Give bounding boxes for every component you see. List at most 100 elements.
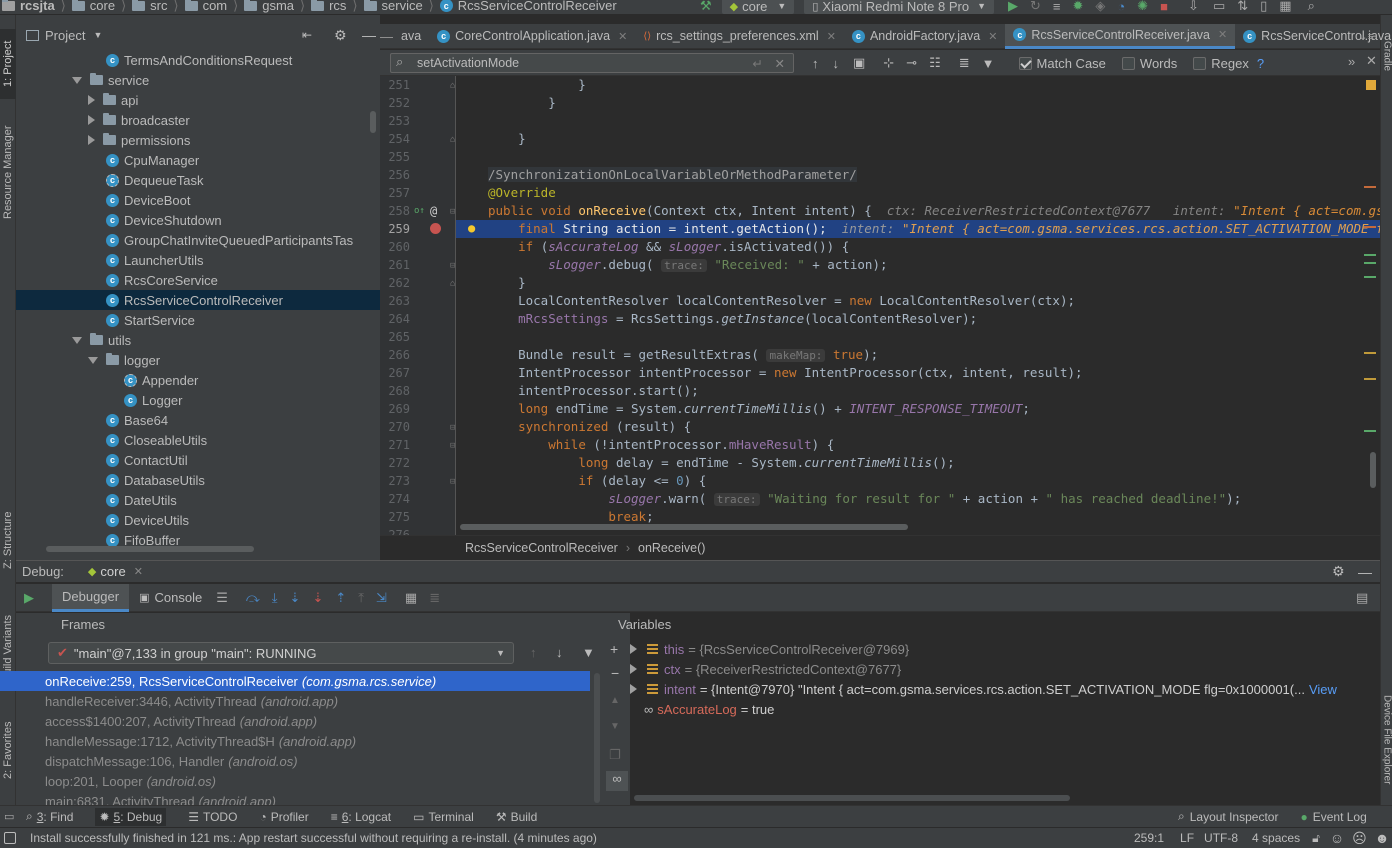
close-icon[interactable]: ✕ (134, 565, 143, 578)
fold-marker[interactable]: ⊟ (450, 423, 455, 433)
regex-help-link[interactable]: ? (1257, 56, 1264, 71)
breadcrumb-item[interactable]: src (132, 0, 168, 13)
tree-item[interactable]: c Appender (16, 370, 380, 390)
line-number[interactable]: 252 (380, 94, 410, 112)
breadcrumb-item[interactable]: rcs (311, 0, 346, 13)
tree-item[interactable]: c ContactUtil (16, 450, 380, 470)
tree-item[interactable]: c DeviceUtils (16, 510, 380, 530)
filter-icon[interactable]: ≣ (959, 55, 970, 71)
breadcrumb-class[interactable]: RcsServiceControlReceiver (465, 541, 618, 555)
select-all-occurrences-icon[interactable]: ☷ (929, 55, 941, 71)
tree-item[interactable]: c GroupChatInviteQueuedParticipantsTas (16, 230, 380, 250)
tree-item[interactable]: broadcaster (16, 110, 380, 130)
gear-icon[interactable]: ⚙ (334, 27, 347, 44)
collapse-all-icon[interactable]: ⇤ (302, 28, 312, 42)
smile-icon[interactable]: ☺ (1330, 830, 1344, 846)
tree-item[interactable]: c Logger (16, 390, 380, 410)
run-icon[interactable]: ▶ (1008, 0, 1018, 14)
debug-icon[interactable]: ✹ (1073, 0, 1084, 14)
breadcrumb-item[interactable]: gsma (244, 0, 294, 13)
fold-marker[interactable]: ⊟ (450, 207, 455, 217)
editor-tab[interactable]: c AndroidFactory.java ✕ (844, 24, 1005, 49)
expand-arrow-icon[interactable] (88, 356, 98, 364)
tabs-menu-icon[interactable]: ⌄≡ (1358, 30, 1374, 43)
tab-device-file-explorer[interactable]: Device File Explorer (1381, 675, 1392, 805)
fold-marker[interactable]: ⌂ (450, 279, 455, 289)
editor-tab[interactable]: ava (393, 24, 429, 49)
fold-marker[interactable]: ⌂ (450, 135, 455, 145)
line-number[interactable]: 251 (380, 76, 410, 94)
line-number[interactable]: 255 (380, 148, 410, 166)
fold-marker[interactable]: ⌂ (450, 81, 455, 91)
attach-debugger-icon[interactable]: ✺ (1137, 0, 1148, 14)
file-encoding[interactable]: UTF-8 (1204, 831, 1238, 845)
rerun-icon[interactable]: ↻ (1030, 0, 1041, 14)
line-number[interactable]: 253 (380, 112, 410, 130)
tool-tab[interactable]: ◔ Profiler (259, 810, 308, 824)
indent-setting[interactable]: 4 spaces (1252, 831, 1300, 845)
tree-item[interactable]: c RcsCoreService (16, 270, 380, 290)
hammer-icon[interactable]: ⚒ (700, 0, 712, 14)
breadcrumb-item[interactable]: com (184, 0, 227, 13)
lightbulb-icon[interactable]: ● (468, 221, 475, 235)
device-manager-icon[interactable]: ▯ (1260, 0, 1267, 14)
run-config-select[interactable]: ◆ core ▼ (721, 0, 795, 14)
editor-tab[interactable]: c CoreControlApplication.java ✕ (429, 24, 635, 49)
remove-watch-icon[interactable]: − (611, 665, 619, 681)
line-number[interactable]: 273 (380, 472, 410, 490)
resume-icon[interactable]: ▶ (24, 590, 48, 606)
expand-arrow-icon[interactable] (630, 644, 637, 654)
code-editor[interactable]: 251 252 253 254 255 256 257 258 259 260 261 262 263 2… (380, 76, 1380, 535)
frames-scrollbar[interactable] (594, 673, 600, 803)
editor-tab[interactable]: c RcsServiceControlReceiver.java ✕ (1005, 23, 1236, 49)
tab-structure[interactable]: Z: Structure (0, 505, 16, 575)
variables-hscrollbar[interactable] (634, 795, 1070, 801)
editor-hscrollbar-thumb[interactable] (460, 524, 908, 530)
breadcrumb-item[interactable]: core (71, 0, 115, 13)
layout-inspector-button[interactable]: ⌕ Layout Inspector (1178, 809, 1278, 824)
previous-frame-icon[interactable]: ↑ (530, 645, 537, 660)
tool-tab[interactable]: ≡ 6: Logcat (331, 810, 391, 824)
tree-item[interactable]: c CpuManager (16, 150, 380, 170)
line-number[interactable]: 262 (380, 274, 410, 292)
tree-item[interactable]: permissions (16, 130, 380, 150)
line-number[interactable]: 254 (380, 130, 410, 148)
menu-icon[interactable]: ☰ (216, 590, 228, 606)
sad-icon[interactable]: ☹ (1352, 830, 1367, 847)
breakpoint-icon[interactable] (430, 223, 441, 234)
tree-item[interactable]: c TermsAndConditionsRequest (16, 50, 380, 70)
watches-icon[interactable]: ∞ (606, 771, 628, 791)
line-number[interactable]: 257 (380, 184, 410, 202)
collapse-arrow-icon[interactable] (88, 95, 95, 105)
line-number[interactable]: 268 (380, 382, 410, 400)
close-tab-icon[interactable]: ✕ (618, 30, 627, 43)
stack-frame[interactable]: loop:201, Looper (android.os) (0, 771, 590, 791)
stack-frame[interactable]: onReceive:259, RcsServiceControlReceiver… (0, 671, 590, 691)
variable-row[interactable]: this = {RcsServiceControlReceiver@7969} (630, 639, 1380, 659)
tree-item[interactable]: c StartService (16, 310, 380, 330)
collapse-arrow-icon[interactable] (88, 135, 95, 145)
evaluate-expression-icon[interactable]: ▦ (405, 590, 417, 606)
hide-icon[interactable]: — (1358, 564, 1372, 580)
collapse-arrow-icon[interactable] (88, 115, 95, 125)
run-to-cursor-icon[interactable]: ⇲ (376, 590, 387, 606)
tool-tab[interactable]: ☰ TODO (188, 810, 237, 824)
line-number[interactable]: 256 (380, 166, 410, 184)
line-number[interactable]: 258 (380, 202, 410, 220)
view-link[interactable]: View (1309, 682, 1337, 697)
search-input[interactable]: setActivationMode ↵ ✕ (390, 53, 794, 73)
breadcrumb-method[interactable]: onReceive() (638, 541, 705, 555)
step-over-icon[interactable]: ⤓ (272, 590, 278, 606)
tree-item[interactable]: c DateUtils (16, 490, 380, 510)
breadcrumb-item[interactable]: rcsjta (2, 0, 55, 13)
line-number[interactable]: 272 (380, 454, 410, 472)
tree-item[interactable]: c DatabaseUtils (16, 470, 380, 490)
add-occurrence-icon[interactable]: ⊹ (883, 55, 894, 71)
clear-icon[interactable]: ✕ (775, 56, 785, 71)
line-separator[interactable]: LF (1180, 831, 1194, 845)
find-in-selection-icon[interactable]: ▣ (853, 55, 865, 71)
stack-frame[interactable]: handleMessage:1712, ActivityThread$H (and… (0, 731, 590, 751)
avd-manager-icon[interactable]: ▭ (1213, 0, 1225, 14)
thread-select[interactable]: ✔ "main"@7,133 in group "main": RUNNING … (48, 642, 514, 664)
line-number[interactable]: 264 (380, 310, 410, 328)
